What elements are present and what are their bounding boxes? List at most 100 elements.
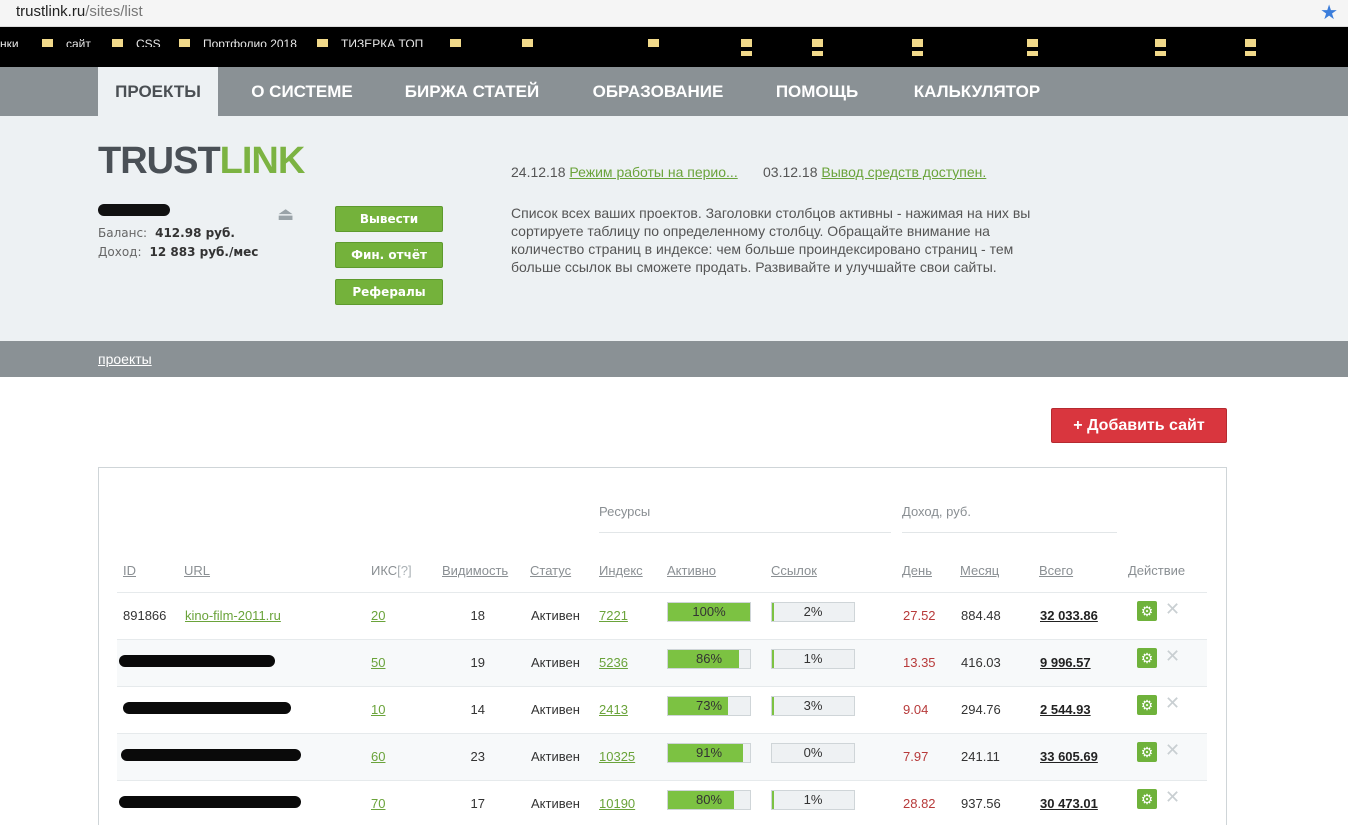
settings-gear-icon[interactable]: ⚙ — [1137, 695, 1157, 715]
links-progress-bar: 3% — [771, 696, 855, 716]
referrals-button[interactable]: Рефералы — [335, 279, 443, 305]
cell-month: 241.11 — [961, 749, 1000, 764]
col-header-month[interactable]: Месяц — [960, 563, 999, 578]
folder-icon — [522, 39, 533, 47]
folder-icon — [912, 51, 923, 56]
withdraw-button[interactable]: Вывести — [335, 206, 443, 232]
add-site-button[interactable]: + Добавить сайт — [1051, 408, 1227, 443]
bookmark-item[interactable]: ТИЗЕРКА ТОП — [341, 37, 423, 47]
fin-report-button[interactable]: Фин. отчёт — [335, 242, 443, 268]
cell-month: 884.48 — [961, 608, 1001, 623]
col-header-action: Действие — [1128, 563, 1186, 578]
delete-x-icon[interactable]: ✕ — [1165, 693, 1180, 714]
col-header-url[interactable]: URL — [184, 563, 210, 578]
cell-index[interactable]: 7221 — [599, 608, 628, 623]
settings-gear-icon[interactable]: ⚙ — [1137, 789, 1157, 809]
cell-total[interactable]: 2 544.93 — [1040, 702, 1091, 717]
cell-month: 294.76 — [961, 702, 1001, 717]
col-header-day[interactable]: День — [902, 563, 932, 578]
tab-about[interactable]: О СИСТЕМЕ — [236, 67, 368, 116]
cell-id: 891866 — [123, 608, 167, 623]
logo-part-link: LINK — [219, 140, 306, 182]
cell-iks[interactable]: 10 — [371, 702, 385, 717]
folder-icon — [1027, 39, 1038, 47]
news-link[interactable]: Режим работы на перио... — [569, 164, 737, 180]
folder-icon — [179, 39, 190, 47]
cell-total[interactable]: 9 996.57 — [1040, 655, 1091, 670]
tab-calculator[interactable]: КАЛЬКУЛЯТОР — [894, 67, 1060, 116]
balance-label: Баланс: — [98, 226, 148, 240]
bookmark-item[interactable]: Портфолио 2018 — [203, 37, 297, 47]
tab-education[interactable]: ОБРАЗОВАНИЕ — [576, 67, 740, 116]
col-header-status[interactable]: Статус — [530, 563, 571, 578]
settings-gear-icon[interactable]: ⚙ — [1137, 742, 1157, 762]
user-name-redacted[interactable] — [98, 204, 170, 216]
delete-x-icon[interactable]: ✕ — [1165, 646, 1180, 667]
tab-help[interactable]: ПОМОЩЬ — [758, 67, 876, 116]
help-icon[interactable]: [?] — [397, 563, 411, 578]
cell-iks[interactable]: 70 — [371, 796, 385, 811]
main-nav: ПРОЕКТЫ О СИСТЕМЕ БИРЖА СТАТЕЙ ОБРАЗОВАН… — [0, 67, 1348, 116]
col-header-id[interactable]: ID — [123, 563, 136, 578]
col-header-index[interactable]: Индекс — [599, 563, 643, 578]
settings-gear-icon[interactable]: ⚙ — [1137, 648, 1157, 668]
cell-index[interactable]: 5236 — [599, 655, 628, 670]
cell-index[interactable]: 2413 — [599, 702, 628, 717]
bookmark-item[interactable]: CSS — [136, 37, 161, 47]
col-header-visibility[interactable]: Видимость — [442, 563, 508, 578]
delete-x-icon[interactable]: ✕ — [1165, 787, 1180, 808]
col-header-active[interactable]: Активно — [667, 563, 716, 578]
news-date: 24.12.18 — [511, 164, 566, 180]
folder-icon — [648, 39, 659, 47]
browser-url-bar[interactable]: trustlink.ru/sites/list ★ — [0, 0, 1348, 27]
bookmark-item[interactable]: сайт — [66, 37, 91, 47]
folder-icon — [741, 51, 752, 56]
active-progress-bar: 100% — [667, 602, 751, 622]
breadcrumb[interactable]: проекты — [98, 351, 152, 367]
cell-iks[interactable]: 60 — [371, 749, 385, 764]
redacted-mark — [121, 749, 301, 761]
folder-icon — [1027, 51, 1038, 56]
cell-day: 27.52 — [903, 608, 936, 623]
folder-icon — [1155, 51, 1166, 56]
bookmark-star-icon[interactable]: ★ — [1320, 0, 1338, 24]
cell-month: 937.56 — [961, 796, 1001, 811]
col-header-links[interactable]: Ссылок — [771, 563, 817, 578]
cell-total[interactable]: 33 605.69 — [1040, 749, 1098, 764]
cell-iks[interactable]: 50 — [371, 655, 385, 670]
tab-projects[interactable]: ПРОЕКТЫ — [98, 67, 218, 116]
active-progress-bar: 80% — [667, 790, 751, 810]
progress-label: 100% — [692, 604, 726, 619]
income-row: Доход: 12 883 руб./мес — [98, 245, 258, 259]
links-progress-bar: 1% — [771, 649, 855, 669]
cell-total[interactable]: 32 033.86 — [1040, 608, 1098, 623]
cell-day: 9.04 — [903, 702, 929, 717]
folder-icon — [1245, 39, 1256, 47]
delete-x-icon[interactable]: ✕ — [1165, 599, 1180, 620]
settings-gear-icon[interactable]: ⚙ — [1137, 601, 1157, 621]
links-progress-bar: 2% — [771, 602, 855, 622]
col-header-iks[interactable]: ИКС[?] — [371, 563, 412, 578]
col-header-total[interactable]: Всего — [1039, 563, 1073, 578]
cell-iks[interactable]: 20 — [371, 608, 385, 623]
progress-label: 86% — [695, 651, 723, 666]
folder-icon — [317, 39, 328, 47]
cell-visibility: 17 — [470, 796, 485, 811]
exit-icon[interactable]: ⏏ — [277, 204, 294, 225]
cell-index[interactable]: 10325 — [599, 749, 635, 764]
cell-url[interactable]: kino-film-2011.ru — [185, 608, 281, 623]
url-text[interactable]: trustlink.ru/sites/list — [16, 3, 143, 20]
trustlink-logo[interactable]: TRUSTLINK — [98, 140, 306, 183]
news-link[interactable]: Вывод средств доступен. — [821, 164, 986, 180]
cell-visibility: 14 — [470, 702, 485, 717]
progress-label: 0% — [803, 745, 823, 760]
cell-index[interactable]: 10190 — [599, 796, 635, 811]
projects-table: Ресурсы Доход, руб. ID URL ИКС[?] Видимо… — [98, 467, 1227, 825]
delete-x-icon[interactable]: ✕ — [1165, 740, 1180, 761]
tab-article-exchange[interactable]: БИРЖА СТАТЕЙ — [386, 67, 558, 116]
bookmark-item[interactable]: нки — [0, 37, 19, 47]
cell-total[interactable]: 30 473.01 — [1040, 796, 1098, 811]
progress-label: 2% — [803, 604, 823, 619]
cell-day: 28.82 — [903, 796, 936, 811]
news-item: 03.12.18 Вывод средств доступен. — [763, 164, 986, 180]
